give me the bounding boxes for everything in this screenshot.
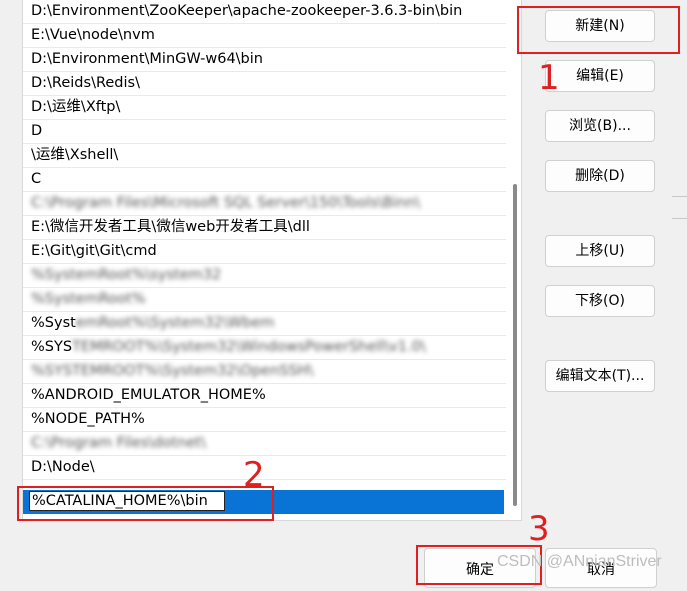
list-item-redacted[interactable]: C:\Program Files\Microsoft SQL Server\15… bbox=[23, 192, 506, 216]
list-item-redacted[interactable]: %SystemRoot%\system32 bbox=[23, 264, 506, 288]
list-item[interactable]: C bbox=[23, 168, 506, 192]
list-item[interactable]: D:\Reids\Redis\ bbox=[23, 72, 506, 96]
list-item[interactable]: \运维\Xshell\ bbox=[23, 144, 506, 168]
list-item[interactable]: E:\微信开发者工具\微信web开发者工具\dll bbox=[23, 216, 506, 240]
annotation-number: 2 bbox=[243, 455, 265, 495]
annotation-box-new bbox=[517, 6, 680, 54]
list-item[interactable]: E:\Git\git\Git\cmd bbox=[23, 240, 506, 264]
browse-button[interactable]: 浏览(B)... bbox=[545, 110, 655, 142]
list-item[interactable]: %ANDROID_EMULATOR_HOME% bbox=[23, 384, 506, 408]
list-item[interactable]: %NODE_PATH% bbox=[23, 408, 506, 432]
watermark: CSDN @ANnianStriver bbox=[497, 553, 662, 570]
list-item[interactable]: %SYSTEMROOT%\System32\WindowsPowerShell\… bbox=[23, 336, 506, 360]
list-item-redacted[interactable]: %SYSTEMROOT%\System32\OpenSSH\ bbox=[23, 360, 506, 384]
move-up-button[interactable]: 上移(U) bbox=[545, 235, 655, 267]
list-item[interactable]: E:\Vue\node\nvm bbox=[23, 24, 506, 48]
divider bbox=[672, 196, 687, 197]
list-item[interactable]: D:\运维\Xftp\ bbox=[23, 96, 506, 120]
list-item-redacted[interactable]: C:\Program Files\dotnet\ bbox=[23, 432, 506, 456]
edit-button[interactable]: 编辑(E) bbox=[545, 60, 655, 92]
list-item[interactable]: %SystemRoot%\System32\Wbem bbox=[23, 312, 506, 336]
path-list[interactable]: D:\Environment\ZooKeeper\apache-zookeepe… bbox=[22, 0, 522, 521]
divider bbox=[672, 218, 687, 219]
annotation-box-edit bbox=[17, 486, 274, 521]
list-item[interactable]: D bbox=[23, 120, 506, 144]
delete-button[interactable]: 删除(D) bbox=[545, 160, 655, 192]
annotation-number: 3 bbox=[528, 509, 550, 549]
annotation-number: 1 bbox=[538, 58, 560, 98]
list-item-redacted[interactable]: %SystemRoot% bbox=[23, 288, 506, 312]
edit-text-button[interactable]: 编辑文本(T)... bbox=[545, 360, 655, 392]
list-item[interactable]: D:\Environment\MinGW-w64\bin bbox=[23, 48, 506, 72]
list-item[interactable]: D:\Environment\ZooKeeper\apache-zookeepe… bbox=[23, 0, 506, 24]
move-down-button[interactable]: 下移(O) bbox=[545, 285, 655, 317]
scrollbar-thumb[interactable] bbox=[513, 184, 517, 506]
